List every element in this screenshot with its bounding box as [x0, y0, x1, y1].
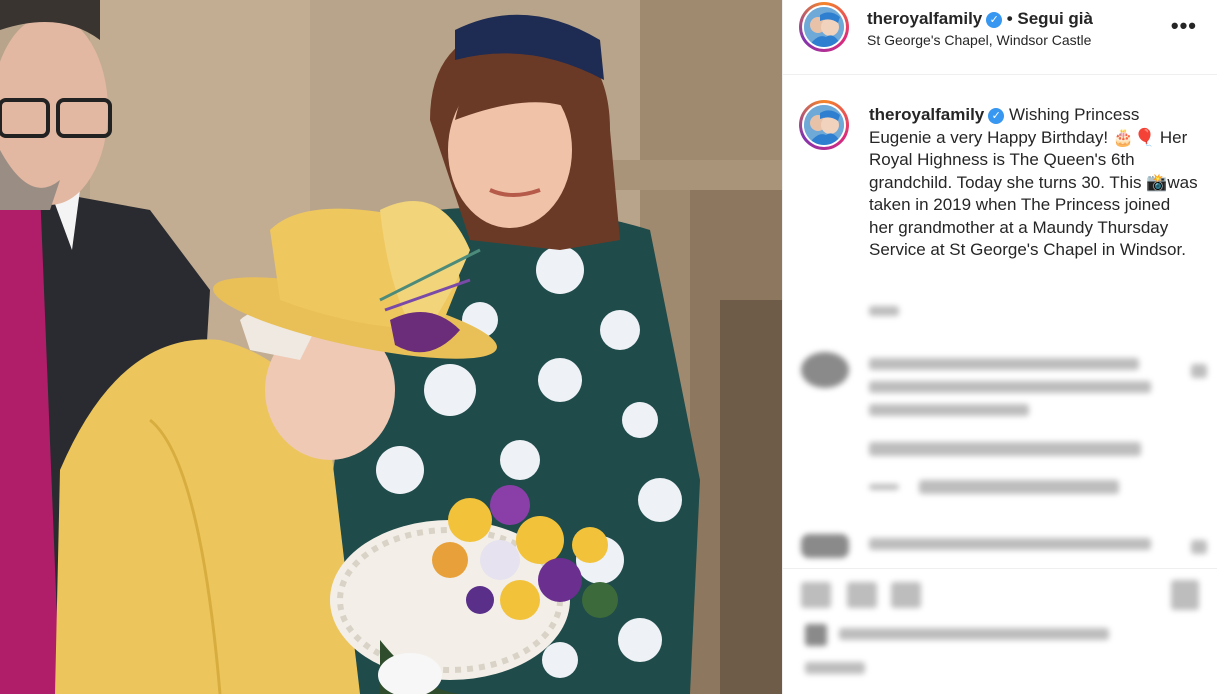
comment-avatar[interactable]	[801, 534, 849, 558]
comment-line	[869, 538, 1151, 550]
comment-avatar[interactable]	[801, 352, 849, 388]
post-caption: theroyalfamily ✓ Wishing Princess Eugenie…	[869, 104, 1199, 262]
post-photo[interactable]	[0, 0, 782, 694]
heart-icon[interactable]	[801, 582, 831, 608]
post-side-panel: theroyalfamily ✓ • Segui già St George's …	[782, 0, 1217, 694]
verified-badge-icon: ✓	[986, 12, 1003, 28]
share-icon[interactable]	[891, 582, 921, 608]
view-replies-text[interactable]	[919, 480, 1119, 494]
caption-text: Wishing Princess Eugenie a very Happy Bi…	[869, 105, 1198, 259]
comment-line	[869, 404, 1029, 416]
instagram-post: theroyalfamily ✓ • Segui già St George's …	[0, 0, 1217, 694]
more-options-icon[interactable]: •••	[1171, 13, 1197, 39]
view-replies-line[interactable]	[869, 484, 899, 490]
verified-badge-icon: ✓	[988, 108, 1005, 124]
comment-meta	[869, 442, 1141, 456]
comment-line	[869, 381, 1151, 393]
post-date	[805, 662, 865, 674]
caption-username-link[interactable]: theroyalfamily	[869, 105, 984, 124]
comment-line	[869, 358, 1139, 370]
liked-by-text[interactable]	[839, 628, 1109, 640]
liked-by-avatar[interactable]	[805, 624, 827, 646]
location-link[interactable]: St George's Chapel, Windsor Castle	[867, 32, 1091, 48]
caption-time	[869, 306, 899, 316]
heart-icon[interactable]	[1191, 540, 1207, 554]
post-header: theroyalfamily ✓ • Segui già St George's …	[783, 0, 1217, 75]
comment-icon[interactable]	[847, 582, 877, 608]
post-username-link[interactable]: theroyalfamily	[867, 9, 982, 28]
profile-avatar[interactable]	[799, 2, 849, 52]
following-status-button[interactable]: • Segui già	[1007, 9, 1093, 28]
bookmark-icon[interactable]	[1171, 580, 1199, 610]
heart-icon[interactable]	[1191, 364, 1207, 378]
caption-avatar[interactable]	[799, 100, 849, 150]
